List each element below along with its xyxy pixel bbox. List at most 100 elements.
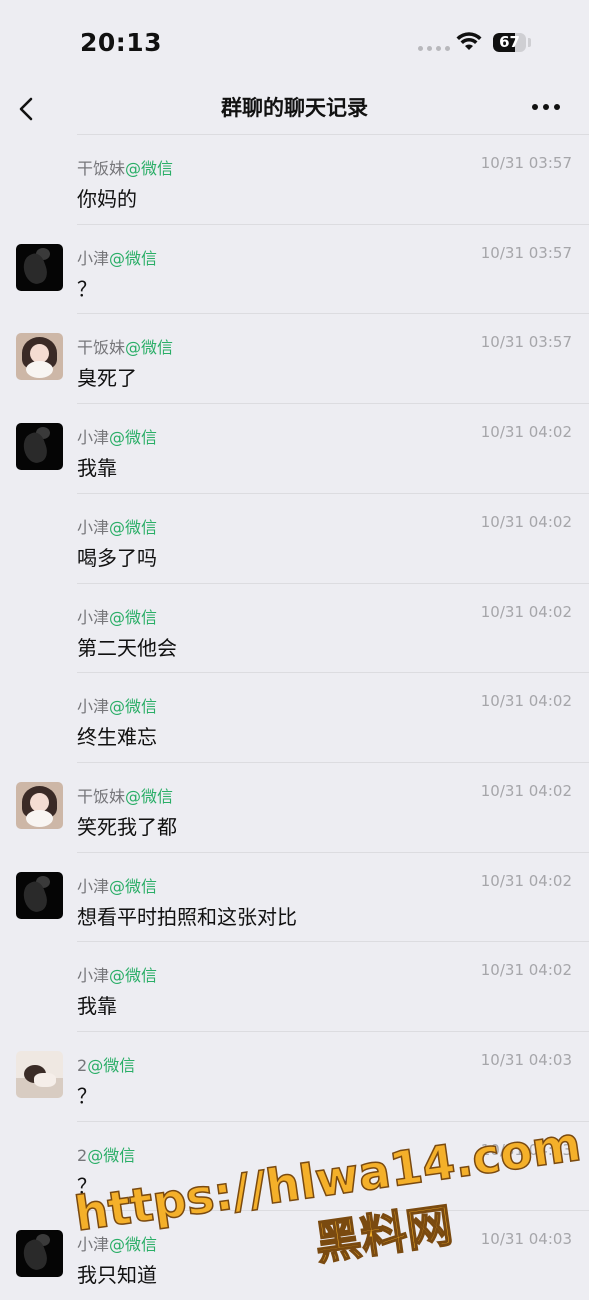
message-timestamp: 10/31 03:57 [480,154,572,172]
sender-name: 小津@微信 [77,873,157,897]
sender-nickname: 小津 [77,697,110,717]
row-divider [77,582,589,584]
message-text: 喝多了吗 [77,545,157,570]
row-divider [77,672,589,674]
message-timestamp: 10/31 04:03 [480,1051,572,1069]
avatar[interactable] [16,243,63,291]
sender-nickname: 2 [77,1056,88,1075]
avatar[interactable] [16,1230,63,1278]
sender-name: 小津@微信 [77,604,157,628]
avatar[interactable] [16,423,63,471]
sender-name: 2@微信 [77,1142,135,1166]
message-row[interactable]: 小津@微信 10/31 04:02 喝多了吗 [0,492,589,583]
sender-name: 干饭妹@微信 [77,334,173,358]
message-row[interactable]: 干饭妹@微信 10/31 03:57 臭死了 [0,313,589,403]
dot-icon [554,104,560,110]
message-text: ？ [77,276,97,301]
message-text: 我靠 [77,456,117,481]
row-divider [77,1120,589,1122]
battery-cap [528,38,531,47]
message-timestamp: 10/31 04:03 [480,1230,572,1249]
source-tag: @微信 [109,876,158,896]
sender-name: 2@微信 [77,1052,135,1076]
message-row[interactable]: 小津@微信 10/31 04:02 我靠 [0,941,589,1031]
message-timestamp: 10/31 04:02 [480,692,572,711]
message-row[interactable]: 干饭妹@微信 10/31 04:02 笑死我了都 [0,761,589,852]
message-timestamp: 10/31 04:03 [480,1140,572,1159]
sender-name: 小津@微信 [77,693,157,717]
message-text: 第二天他会 [77,635,177,660]
message-text: ？ [77,1084,97,1108]
source-tag: @微信 [125,786,174,806]
wifi-icon [456,32,482,50]
avatar[interactable] [16,333,63,381]
message-row[interactable]: 2@微信 10/31 04:03 ？ [0,1120,589,1211]
battery-percent: 67 [499,33,520,51]
more-options-button[interactable] [528,94,564,120]
nav-bar: 群聊的聊天记录 [0,84,589,134]
cellular-signal-icon [418,46,450,51]
source-tag: @微信 [125,159,174,178]
message-timestamp: 10/31 04:02 [480,961,572,980]
message-row[interactable]: 小津@微信 10/31 04:03 我只知道 [0,1210,589,1300]
message-row[interactable]: 干饭妹@微信 10/31 03:57 你妈的 [0,134,589,224]
source-tag: @微信 [109,1235,158,1255]
avatar[interactable] [16,1051,63,1098]
sender-name: 小津@微信 [77,514,157,538]
sender-name: 干饭妹@微信 [77,783,173,807]
sender-nickname: 干饭妹 [77,159,126,178]
sender-name: 小津@微信 [77,1231,157,1255]
message-text: 我只知道 [77,1263,157,1288]
message-text: 终生难忘 [77,725,157,750]
source-tag: @微信 [109,428,158,448]
sender-nickname: 小津 [77,1235,110,1255]
message-row[interactable]: 小津@微信 10/31 04:02 想看平时拍照和这张对比 [0,851,589,942]
message-row[interactable]: 小津@微信 10/31 04:02 终生难忘 [0,672,589,762]
sender-name: 小津@微信 [77,245,157,269]
dot-icon [543,104,549,110]
row-divider [77,1031,589,1032]
sender-nickname: 小津 [77,966,110,986]
source-tag: @微信 [109,248,158,268]
sender-nickname: 小津 [77,428,110,448]
sender-nickname: 干饭妹 [77,338,126,358]
message-text: 笑死我了都 [77,814,177,839]
row-divider [77,1210,589,1212]
message-text: 你妈的 [77,187,137,211]
sender-nickname: 2 [77,1145,88,1165]
dot-icon [532,104,538,110]
sender-nickname: 干饭妹 [77,786,126,806]
message-text: ？ [77,1173,97,1198]
message-row[interactable]: 小津@微信 10/31 04:02 第二天他会 [0,582,589,673]
message-row[interactable]: 小津@微信 10/31 04:02 我靠 [0,403,589,493]
message-timestamp: 10/31 04:02 [480,871,572,890]
row-divider [77,403,589,405]
row-divider [77,313,589,315]
row-divider [77,761,589,763]
source-tag: @微信 [109,966,158,986]
source-tag: @微信 [109,607,158,627]
sender-nickname: 小津 [77,876,110,896]
status-bar: 20:13 67 [0,0,589,84]
message-text: 臭死了 [77,366,137,391]
avatar[interactable] [16,871,63,919]
message-text: 我靠 [77,994,117,1019]
row-divider [77,134,589,135]
source-tag: @微信 [109,517,158,537]
message-row[interactable]: 小津@微信 10/31 03:57 ？ [0,223,589,314]
sender-name: 干饭妹@微信 [77,155,173,179]
battery-icon: 67 [493,33,526,52]
message-timestamp: 10/31 04:02 [480,602,572,621]
sender-name: 小津@微信 [77,962,157,986]
avatar[interactable] [16,781,63,829]
message-text: 想看平时拍照和这张对比 [77,904,297,929]
sender-nickname: 小津 [77,248,110,268]
status-time: 20:13 [80,28,163,57]
message-timestamp: 10/31 04:02 [480,512,572,531]
source-tag: @微信 [87,1056,136,1075]
message-row[interactable]: 2@微信 10/31 04:03 ？ [0,1031,589,1121]
message-timestamp: 10/31 03:57 [480,333,572,352]
source-tag: @微信 [125,338,174,358]
page-title: 群聊的聊天记录 [221,96,368,120]
sender-nickname: 小津 [77,607,110,627]
